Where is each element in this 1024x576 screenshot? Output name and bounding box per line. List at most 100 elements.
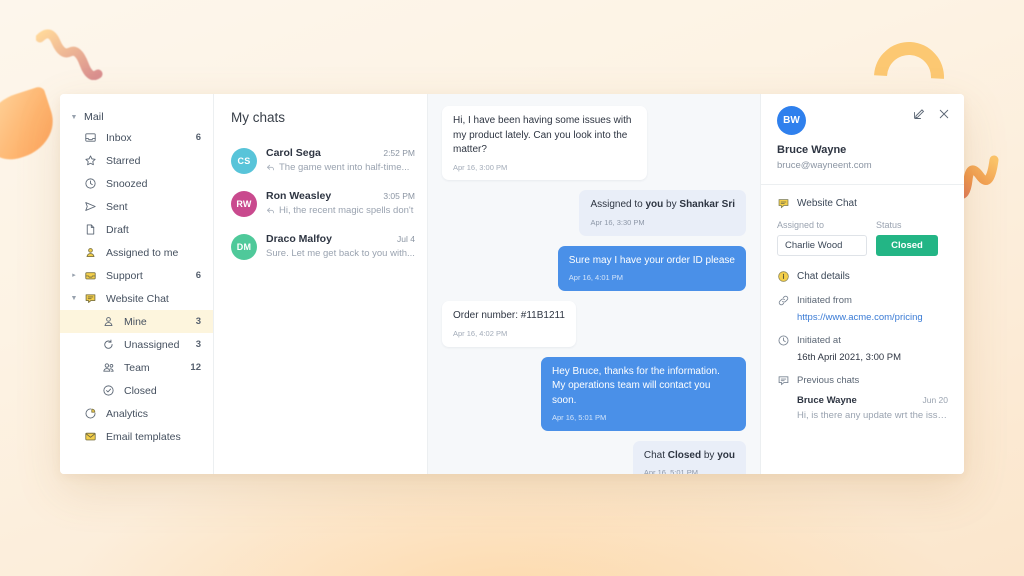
chat-preview: Sure. Let me get back to you with...	[266, 248, 415, 259]
sidebar-item-label: Inbox	[106, 131, 132, 144]
chat-details-section-header: Chat details	[777, 270, 948, 283]
sidebar-item-snoozed[interactable]: Snoozed	[60, 172, 213, 195]
sidebar-item-unassigned[interactable]: Unassigned 3	[60, 333, 213, 356]
sidebar-item-count: 6	[195, 270, 201, 281]
chevron-right-icon: ▸	[72, 272, 76, 279]
sidebar: ▼ Mail Inbox 6 Starred Snoozed Sent Draft Assi…	[60, 94, 214, 474]
chat-preview: The game went into half-time...	[266, 162, 415, 173]
initiated-at-value: 16th April 2021, 3:00 PM	[797, 352, 902, 363]
message-timestamp: Apr 16, 5:01 PM	[643, 468, 699, 474]
message-bubble[interactable]: Hi, I have been having some issues with …	[442, 106, 647, 181]
chevron-down-icon: ▼	[70, 113, 78, 121]
sidebar-item-inbox[interactable]: Inbox 6	[60, 126, 213, 149]
leaf-decoration-left	[0, 85, 62, 167]
sidebar-item-analytics[interactable]: Analytics	[60, 402, 213, 425]
tray-icon	[82, 269, 98, 283]
message-text: Order number: #11B1211	[453, 310, 565, 322]
sidebar-item-team[interactable]: Team 12	[60, 356, 213, 379]
list-item[interactable]: DM Draco Malfoy Jul 4 Sure. Let me get back…	[214, 225, 427, 268]
person-icon	[82, 246, 98, 260]
channel-section-header: Website Chat	[777, 197, 948, 210]
previous-chat-snippet: Hi, is there any update wrt the issue...	[797, 410, 948, 421]
sidebar-item-label: Website Chat	[106, 292, 169, 305]
sidebar-item-email-templates[interactable]: Email templates	[60, 425, 213, 448]
sidebar-item-label: Starred	[106, 154, 141, 167]
message-bubble[interactable]: Chat Closed by you Apr 16, 5:01 PM	[632, 440, 746, 474]
message-timestamp: Apr 16, 3:30 PM	[590, 217, 645, 227]
sidebar-item-support[interactable]: ▸ Support 6	[60, 264, 213, 287]
list-item[interactable]: RW Ron Weasley 3:05 PM Hi, the recent magic…	[214, 182, 427, 225]
sidebar-item-starred[interactable]: Starred	[60, 149, 213, 172]
message-text: Chat Closed by you	[643, 449, 735, 461]
message-row: Order number: #11B1211 Apr 16, 4:02 PM	[442, 301, 746, 347]
message-timestamp: Apr 16, 4:01 PM	[568, 273, 623, 283]
sidebar-item-label: Unassigned	[124, 338, 180, 351]
initiated-at-label: Initiated at	[797, 335, 841, 346]
document-icon	[82, 223, 98, 237]
edit-icon[interactable]	[913, 108, 925, 120]
message-text: Hey Bruce, thanks for the information. M…	[552, 365, 720, 406]
close-icon[interactable]	[938, 108, 950, 120]
divider	[761, 184, 964, 185]
status-badge[interactable]: Closed	[876, 235, 938, 256]
initiated-at-block: Initiated at 16th April 2021, 3:00 PM	[777, 334, 948, 363]
sidebar-item-count: 3	[195, 339, 201, 350]
chat-contact-name: Carol Sega	[266, 147, 321, 159]
chat-list-title: My chats	[231, 110, 286, 125]
avatar: DM	[231, 234, 257, 260]
previous-chats-label: Previous chats	[797, 375, 860, 386]
message-bubble[interactable]: Hey Bruce, thanks for the information. M…	[541, 356, 746, 431]
chat-timestamp: Jul 4	[397, 234, 415, 244]
contact-details-panel: BW Bruce Wayne bruce@wayneent.com Websit…	[760, 94, 964, 474]
sidebar-item-label: Sent	[106, 200, 128, 213]
assigned-to-input[interactable]	[777, 235, 867, 256]
contact-email: bruce@wayneent.com	[777, 160, 872, 171]
conversation-panel: Hi, I have been having some issues with …	[428, 94, 760, 474]
sidebar-item-website-chat[interactable]: ▼ Website Chat	[60, 287, 213, 310]
message-text: Sure may I have your order ID please	[568, 254, 735, 266]
message-bubble[interactable]: Sure may I have your order ID please Apr …	[557, 245, 746, 292]
chat-bubble-icon	[82, 292, 98, 306]
message-timestamp: Apr 16, 3:00 PM	[453, 162, 508, 172]
list-item[interactable]: CS Carol Sega 2:52 PM The game went into ha…	[214, 139, 427, 182]
chat-contact-name: Draco Malfoy	[266, 233, 332, 245]
message-bubble[interactable]: Order number: #11B1211 Apr 16, 4:02 PM	[442, 301, 576, 347]
initiated-from-block: Initiated from https://www.acme.com/pric…	[777, 294, 948, 323]
star-icon	[82, 154, 98, 168]
sidebar-item-draft[interactable]: Draft	[60, 218, 213, 241]
sidebar-item-mine[interactable]: Mine 3	[60, 310, 213, 333]
message-row: Hi, I have been having some issues with …	[442, 106, 746, 181]
sidebar-group-label: Mail	[84, 111, 104, 123]
message-row: Chat Closed by you Apr 16, 5:01 PM	[442, 440, 746, 474]
chat-timestamp: 2:52 PM	[383, 148, 415, 158]
chat-contact-name: Ron Weasley	[266, 190, 332, 202]
initiated-from-url[interactable]: https://www.acme.com/pricing	[777, 312, 948, 323]
sidebar-item-count: 6	[195, 132, 201, 143]
link-icon	[777, 294, 790, 307]
squiggle-decoration-top-left	[36, 29, 103, 80]
chat-preview: Hi, the recent magic spells don't s...	[266, 205, 415, 216]
sidebar-item-closed[interactable]: Closed	[60, 379, 213, 402]
chat-details-label: Chat details	[797, 271, 850, 282]
initiated-from-label: Initiated from	[797, 295, 852, 306]
info-icon	[777, 270, 790, 283]
sidebar-item-count: 12	[190, 362, 201, 373]
sidebar-item-label: Email templates	[106, 430, 181, 443]
sidebar-item-sent[interactable]: Sent	[60, 195, 213, 218]
message-bubble[interactable]: Assigned to you by Shankar Sri Apr 16, 3:…	[579, 190, 746, 236]
message-row: Assigned to you by Shankar Sri Apr 16, 3:…	[442, 190, 746, 236]
details-actions	[913, 108, 950, 120]
sidebar-item-label: Team	[124, 361, 150, 374]
message-row: Hey Bruce, thanks for the information. M…	[442, 356, 746, 431]
message-timestamp: Apr 16, 4:02 PM	[453, 328, 508, 338]
assigned-to-label: Assigned to	[777, 220, 825, 230]
sidebar-item-label: Analytics	[106, 407, 149, 420]
message-timestamp: Apr 16, 5:01 PM	[552, 413, 607, 422]
avatar: RW	[231, 191, 257, 217]
clock-icon	[777, 334, 790, 347]
reply-arrow-icon	[266, 206, 275, 215]
sidebar-group-mail[interactable]: ▼ Mail	[60, 108, 213, 126]
previous-chat-item[interactable]: Bruce Wayne Jun 20 Hi, is there any update…	[777, 395, 948, 421]
sidebar-item-assigned-to-me[interactable]: Assigned to me	[60, 241, 213, 264]
unassigned-icon	[100, 338, 116, 352]
